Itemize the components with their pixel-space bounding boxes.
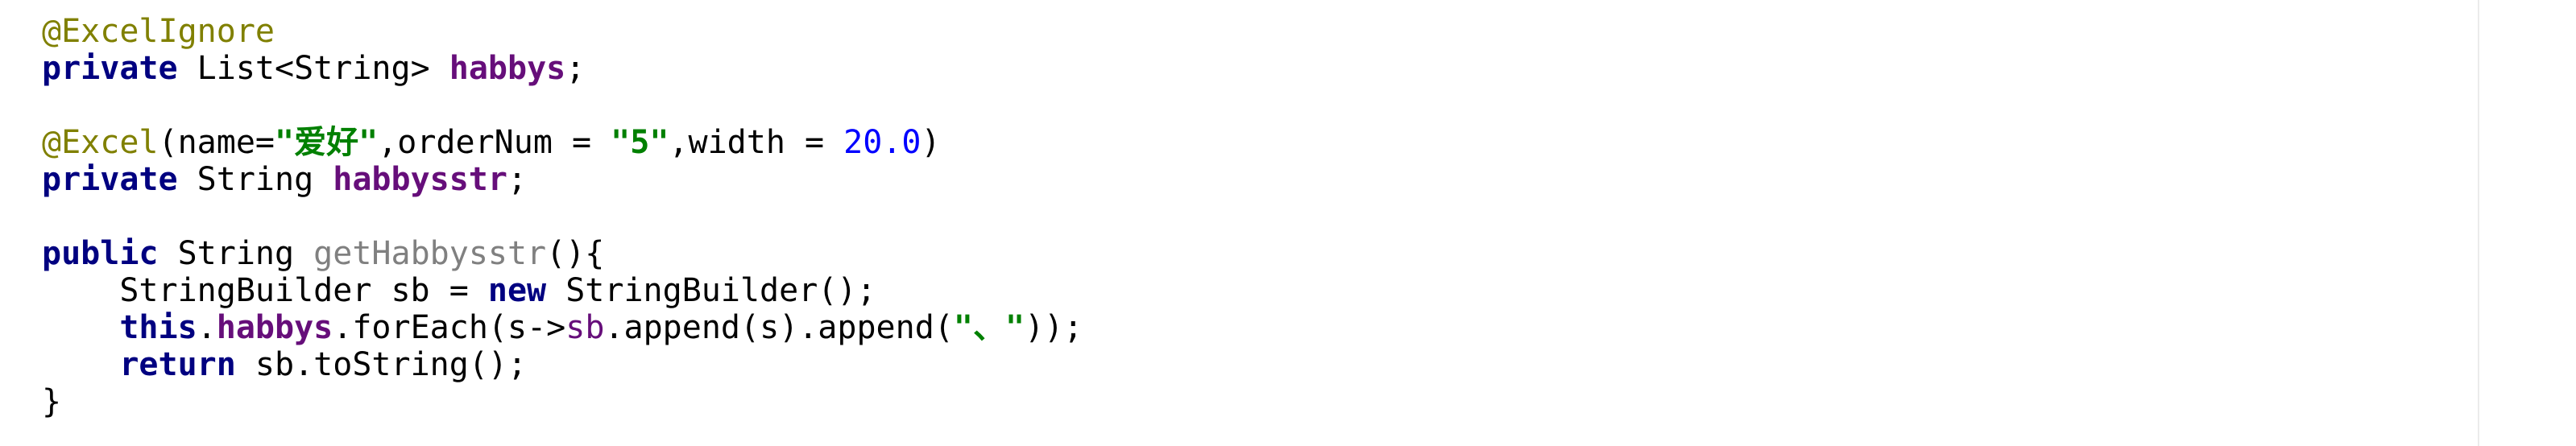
code-line[interactable] (42, 198, 1083, 235)
field-token: habbysstr (333, 161, 507, 198)
number-literal-token: 20.0 (843, 124, 921, 161)
code-text-token: ,orderNum = (378, 124, 611, 161)
right-margin-guide (2478, 0, 2479, 446)
code-line[interactable]: private String habbysstr; (42, 161, 1083, 198)
code-text-token: StringBuilder sb = (42, 272, 488, 309)
code-line[interactable]: } (42, 383, 1083, 420)
string-literal-token: "爱好" (275, 124, 379, 161)
code-text-token: ; (565, 50, 586, 87)
keyword-token: this (119, 309, 197, 346)
code-text-token: List<String> (177, 50, 449, 87)
code-line[interactable]: return sb.toString(); (42, 346, 1083, 383)
field-token: habbys (449, 50, 566, 87)
field-token: habbys (216, 309, 333, 346)
code-text-token: (name= (158, 124, 275, 161)
code-line[interactable]: @Excel(name="爱好",orderNum = "5",width = … (42, 124, 1083, 161)
variable-token: sb (565, 309, 605, 346)
method-name-token: getHabbysstr (313, 235, 547, 272)
code-line[interactable]: StringBuilder sb = new StringBuilder(); (42, 272, 1083, 309)
code-text-token: .append(s).append( (604, 309, 954, 346)
code-line[interactable]: public String getHabbysstr(){ (42, 235, 1083, 272)
keyword-token: return (119, 346, 236, 383)
code-line[interactable]: private List<String> habbys; (42, 50, 1083, 87)
code-text-token: . (197, 309, 217, 346)
keyword-token: private (42, 161, 178, 198)
code-line[interactable]: this.habbys.forEach(s->sb.append(s).appe… (42, 309, 1083, 346)
code-text-token: .forEach(s-> (333, 309, 566, 346)
code-line[interactable]: @ExcelIgnore (42, 13, 1083, 50)
code-text-token: ) (921, 124, 941, 161)
code-text-token: String (158, 235, 314, 272)
annotation-token: @ExcelIgnore (42, 13, 275, 50)
code-line[interactable] (42, 87, 1083, 124)
annotation-token: @Excel (42, 124, 159, 161)
code-text-token: sb.toString(); (235, 346, 528, 383)
code-text-token: } (42, 383, 62, 420)
keyword-token: new (487, 272, 547, 309)
code-text-token: ,width = (669, 124, 844, 161)
string-literal-token: "、" (953, 309, 1025, 346)
code-text-token: StringBuilder(); (546, 272, 876, 309)
keyword-token: private (42, 50, 178, 87)
code-editor[interactable]: @ExcelIgnore private List<String> habbys;… (0, 0, 2576, 446)
code-content[interactable]: @ExcelIgnore private List<String> habbys;… (42, 13, 1083, 420)
code-text-token: (){ (546, 235, 605, 272)
code-text-token: ; (507, 161, 528, 198)
code-text-token: String (177, 161, 333, 198)
code-text-token: )); (1025, 309, 1083, 346)
keyword-token: public (42, 235, 159, 272)
string-literal-token: "5" (611, 124, 669, 161)
